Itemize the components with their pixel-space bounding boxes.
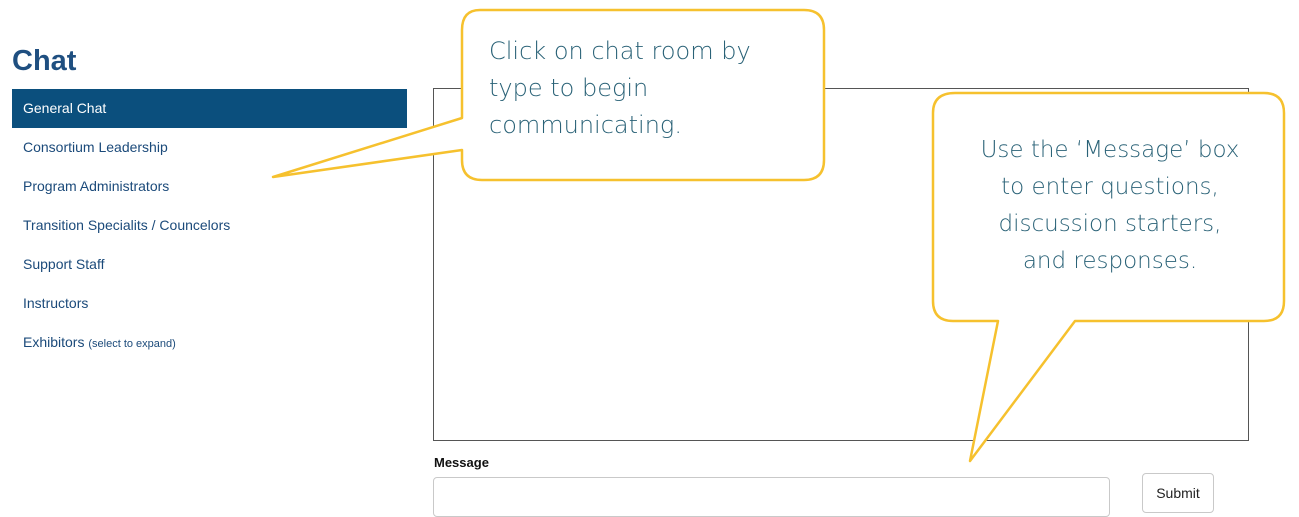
callout-line: type to begin (489, 74, 649, 102)
callout-line: discussion starters, (998, 211, 1222, 237)
callout-message-tip: Use the ‘Message’ box to enter questions… (950, 132, 1270, 280)
callout-line: to enter questions, (1001, 174, 1219, 200)
callout-line: Click on chat room by (489, 37, 751, 65)
callout-line: and responses. (1022, 248, 1198, 274)
callout-line: Use the ‘Message’ box (980, 137, 1240, 163)
callout-rooms-tip: Click on chat room by type to begin comm… (489, 33, 814, 144)
callout-line: communicating. (489, 111, 682, 139)
